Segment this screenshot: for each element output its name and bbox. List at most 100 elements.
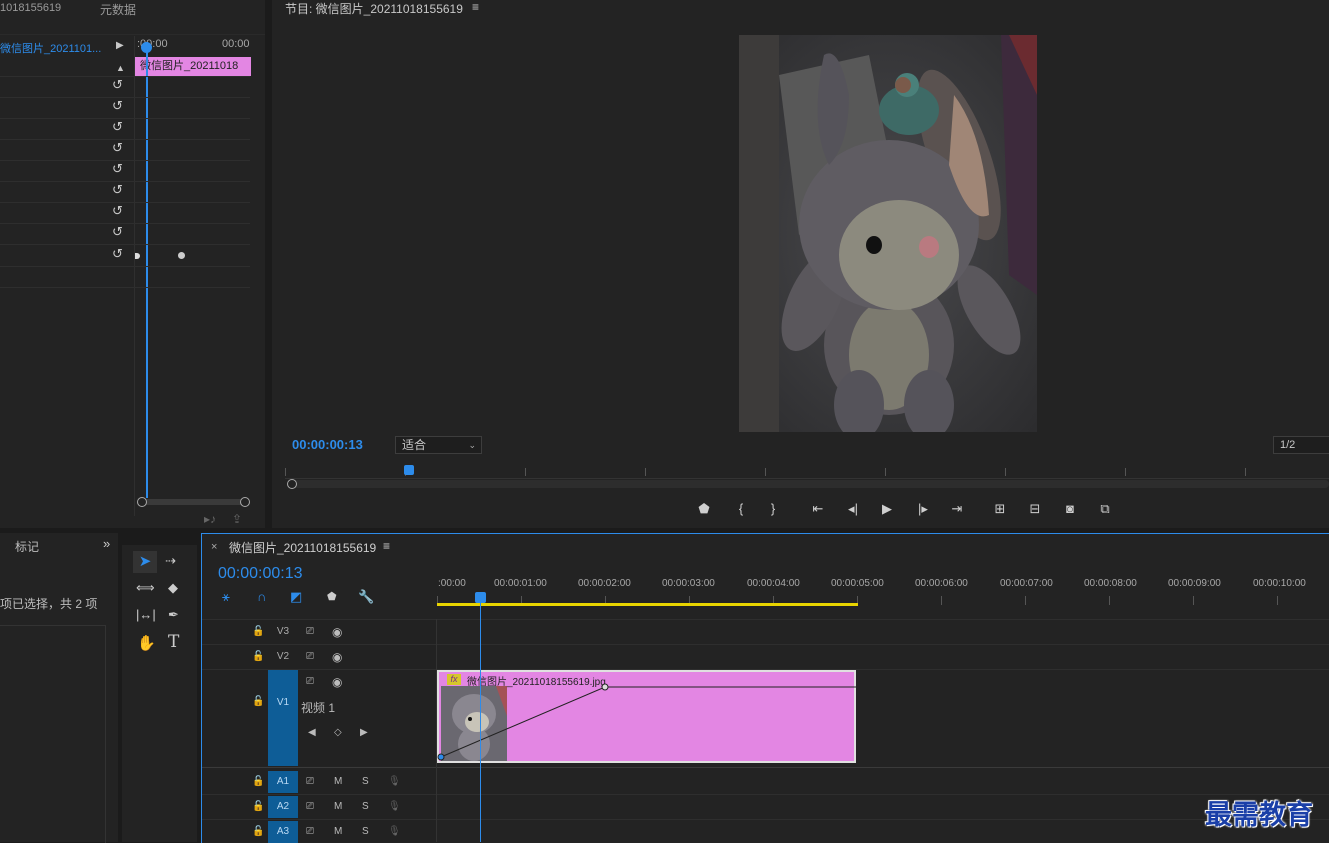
type-tool[interactable]: T [168, 632, 179, 652]
reset-icon[interactable]: ↺ [112, 225, 126, 239]
scroll-handle-left[interactable] [137, 497, 147, 507]
lock-icon[interactable]: 🔓 [252, 696, 264, 707]
track-name[interactable]: V1 [268, 670, 298, 766]
program-playhead[interactable] [404, 465, 414, 475]
collapse-up-icon[interactable]: ▲ [116, 62, 125, 74]
track-name[interactable]: A1 [268, 771, 298, 793]
hand-tool[interactable]: ✋ [137, 634, 156, 652]
mark-out-icon[interactable]: } [762, 502, 784, 516]
microphone-icon[interactable]: 🎙 [388, 801, 401, 812]
track-v1[interactable]: 🔓 V1 ⎚ ◉ 视频 1 ◀ ◇ ▶ [202, 670, 437, 766]
previous-keyframe-icon[interactable]: ◀ [308, 727, 316, 738]
track-a2[interactable]: 🔓 A2 ⎚ M S 🎙 [202, 795, 437, 819]
reset-icon[interactable]: ↺ [112, 78, 126, 92]
timeline-clip[interactable]: fx 微信图片_20211018155619.jpg [437, 670, 856, 763]
track-v2[interactable]: 🔓 V2 ⎚ ◉ [202, 645, 437, 669]
play-icon[interactable]: ▶ [876, 502, 898, 516]
microphone-icon[interactable]: 🎙 [388, 826, 401, 837]
selection-tool[interactable]: ➤ [133, 551, 157, 573]
go-to-in-icon[interactable]: ⇤ [807, 502, 829, 516]
sequence-tab[interactable]: 微信图片_20211018155619 [229, 539, 376, 556]
export-icon[interactable]: ⇪ [232, 513, 242, 525]
scroll-handle-right[interactable] [240, 497, 250, 507]
fit-dropdown[interactable]: 适合 ⌄ [395, 436, 482, 454]
razor-tool[interactable]: ◆ [168, 580, 178, 596]
solo-button[interactable]: S [362, 801, 369, 812]
track-a1[interactable]: 🔓 A1 ⎚ M S 🎙 [202, 770, 437, 794]
nest-icon[interactable]: ⚹ [222, 589, 230, 605]
ecp-playhead-handle[interactable] [141, 42, 152, 53]
opacity-keyframe-line[interactable] [437, 670, 856, 763]
ecp-playhead[interactable] [146, 42, 148, 498]
double-chevron-icon[interactable]: » [103, 536, 110, 551]
reset-icon[interactable]: ↺ [112, 183, 126, 197]
ecp-zoom-scrollbar[interactable] [141, 499, 245, 505]
add-marker-icon[interactable]: ⬟ [327, 590, 337, 603]
program-timecode[interactable]: 00:00:00:13 [292, 437, 363, 452]
lock-icon[interactable]: 🔓 [252, 776, 264, 787]
clip-name-label[interactable]: 微信图片_2021101... [0, 40, 101, 56]
next-keyframe-icon[interactable]: ▶ [360, 727, 368, 738]
reset-icon[interactable]: ↺ [112, 99, 126, 113]
play-audio-icon[interactable]: ▸♪ [204, 513, 216, 525]
reset-icon[interactable]: ↺ [112, 162, 126, 176]
add-keyframe-icon[interactable]: ◇ [334, 727, 342, 738]
go-to-out-icon[interactable]: ⇥ [946, 502, 968, 516]
eye-icon[interactable]: ◉ [332, 625, 342, 639]
program-scrollbar[interactable] [291, 480, 1329, 488]
hamburger-icon[interactable]: ≡ [383, 539, 390, 553]
linked-selection-icon[interactable]: ◩ [290, 589, 302, 605]
resolution-dropdown[interactable]: 1/2 [1273, 436, 1329, 454]
timeline-playhead-handle[interactable] [475, 592, 486, 603]
microphone-icon[interactable]: 🎙 [388, 776, 401, 787]
extract-icon[interactable]: ⊟ [1024, 502, 1046, 516]
mute-button[interactable]: M [334, 826, 342, 837]
reset-icon[interactable]: ↺ [112, 247, 126, 261]
ecp-clip-bar[interactable]: 微信图片_20211018 [135, 57, 251, 76]
track-name[interactable]: V3 [268, 621, 298, 643]
track-label[interactable]: 视频 1 [301, 699, 335, 716]
sync-lock-icon[interactable]: ⎚ [306, 826, 314, 837]
track-select-tool[interactable]: ⇢ [165, 553, 176, 569]
lift-icon[interactable]: ⊞ [989, 502, 1011, 516]
add-marker-icon[interactable]: ⬟ [693, 502, 715, 516]
sync-lock-icon[interactable]: ⎚ [306, 676, 314, 687]
sync-lock-icon[interactable]: ⎚ [306, 651, 314, 662]
source-tab[interactable]: 1018155619 [0, 2, 61, 14]
step-forward-icon[interactable]: |▸ [912, 502, 934, 516]
sync-lock-icon[interactable]: ⎚ [306, 801, 314, 812]
snap-icon[interactable]: ∩ [257, 589, 266, 604]
program-ruler[interactable] [285, 464, 1329, 479]
lock-icon[interactable]: 🔓 [252, 651, 264, 662]
markers-list-area[interactable] [0, 625, 106, 843]
mute-button[interactable]: M [334, 801, 342, 812]
track-name[interactable]: V2 [268, 646, 298, 668]
close-icon[interactable]: × [211, 541, 217, 553]
wrench-icon[interactable]: 🔧 [358, 589, 374, 605]
track-name[interactable]: A2 [268, 796, 298, 818]
program-monitor-title[interactable]: 节目: 微信图片_20211018155619 [285, 0, 463, 17]
lock-icon[interactable]: 🔓 [252, 801, 264, 812]
play-triangle-icon[interactable]: ▶ [116, 40, 124, 52]
keyframe-marker[interactable] [135, 253, 140, 259]
lock-icon[interactable]: 🔓 [252, 826, 264, 837]
solo-button[interactable]: S [362, 776, 369, 787]
metadata-tab[interactable]: 元数据 [100, 1, 136, 18]
slip-tool[interactable]: |↔| [136, 607, 156, 622]
camera-icon[interactable]: ◙ [1059, 502, 1081, 516]
eye-icon[interactable]: ◉ [332, 675, 342, 689]
timeline-timecode[interactable]: 00:00:00:13 [218, 565, 303, 583]
track-v3[interactable]: 🔓 V3 ⎚ ◉ [202, 620, 437, 644]
solo-button[interactable]: S [362, 826, 369, 837]
mute-button[interactable]: M [334, 776, 342, 787]
reset-icon[interactable]: ↺ [112, 204, 126, 218]
eye-icon[interactable]: ◉ [332, 650, 342, 664]
ripple-edit-tool[interactable]: ⟺ [136, 580, 155, 596]
step-back-icon[interactable]: ◂| [842, 502, 864, 516]
hamburger-icon[interactable]: ≡ [472, 0, 479, 14]
timeline-playhead[interactable] [480, 594, 481, 842]
lock-icon[interactable]: 🔓 [252, 626, 264, 637]
work-area-bar[interactable] [437, 603, 858, 606]
track-name[interactable]: A3 [268, 821, 298, 843]
track-a3[interactable]: 🔓 A3 ⎚ M S 🎙 [202, 820, 437, 843]
